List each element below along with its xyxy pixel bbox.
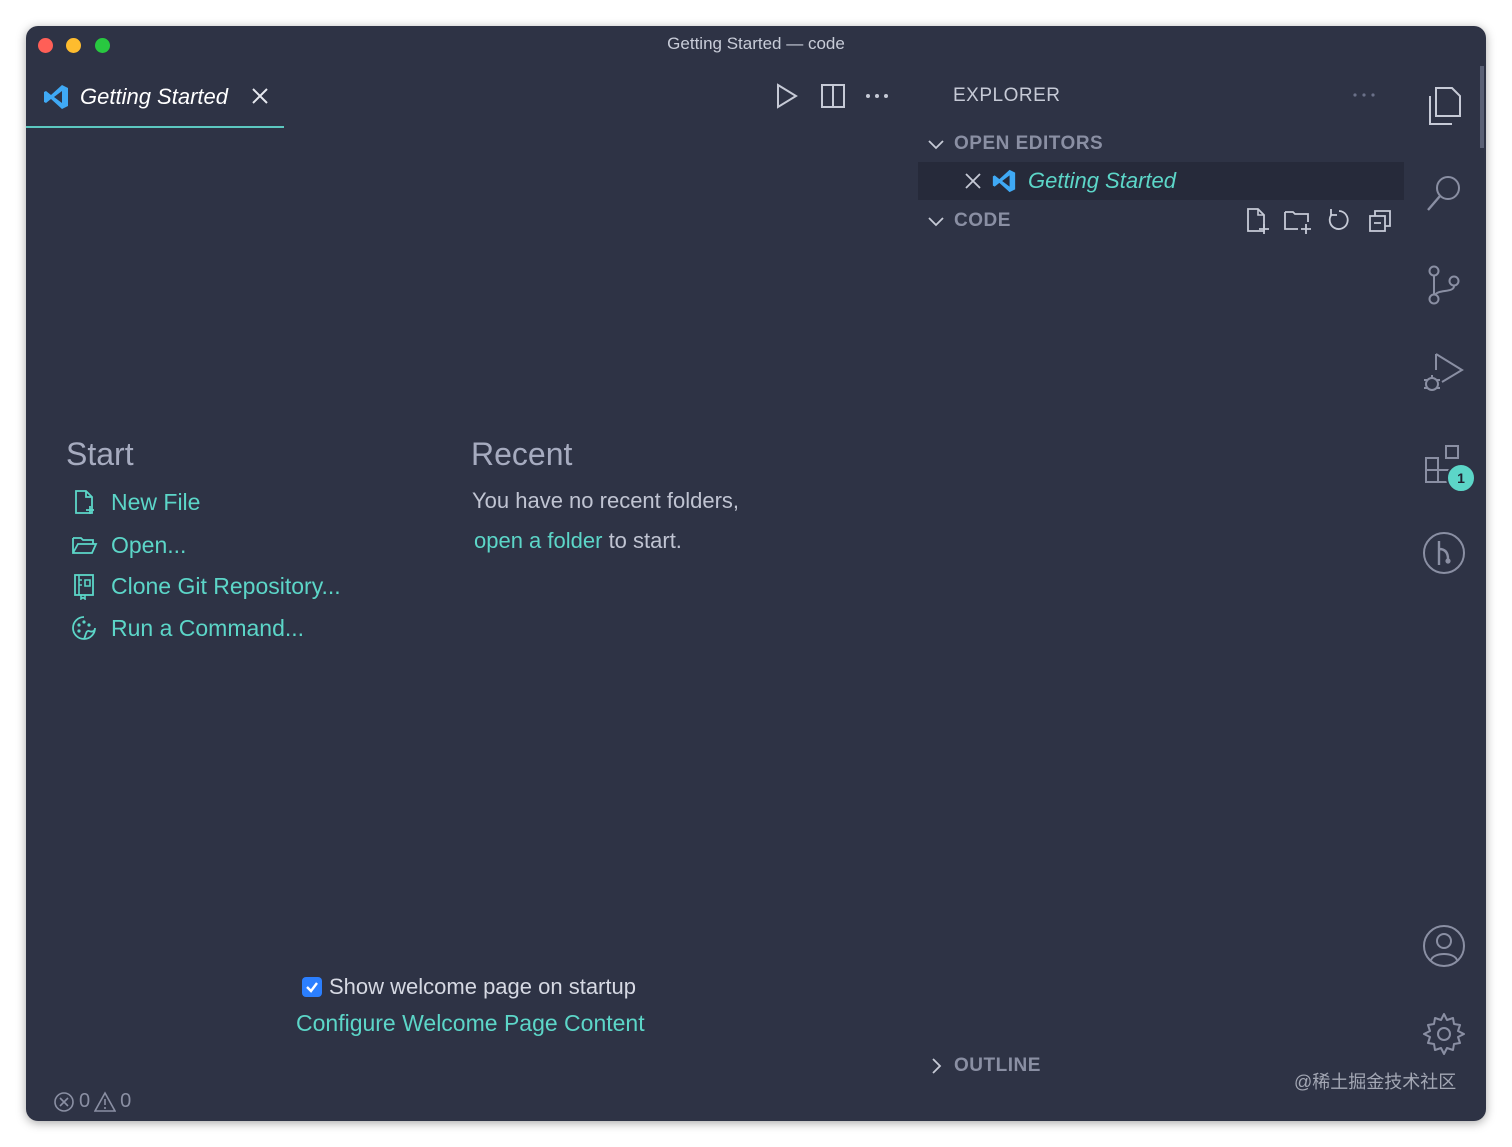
checkmark-icon <box>306 982 318 993</box>
open-folder-link[interactable]: open a folder <box>474 528 602 553</box>
new-file-icon[interactable] <box>1242 206 1272 236</box>
vscode-window: Getting Started — code Getting Started S… <box>26 26 1486 1121</box>
chevron-down-icon <box>928 217 944 227</box>
tab-label: Getting Started <box>80 84 228 109</box>
vscode-logo-icon <box>992 169 1016 193</box>
more-actions-icon[interactable] <box>864 82 890 110</box>
settings-gear-icon[interactable] <box>1420 1010 1468 1058</box>
run-command-link[interactable]: Run a Command... <box>70 612 304 644</box>
warning-icon <box>94 1090 117 1112</box>
git-clone-icon <box>74 574 94 600</box>
run-debug-icon[interactable] <box>1420 348 1468 396</box>
status-problems[interactable]: 0 0 <box>53 1090 135 1113</box>
outline-header[interactable]: OUTLINE <box>926 1053 1041 1079</box>
extensions-badge: 1 <box>1446 463 1476 493</box>
watermark: @稀土掘金技术社区 <box>1294 1072 1457 1092</box>
open-link[interactable]: Open... <box>70 529 186 561</box>
vscode-logo-icon <box>44 85 68 109</box>
error-count: 0 <box>79 1090 91 1112</box>
configure-welcome-link[interactable]: Configure Welcome Page Content <box>296 1010 645 1037</box>
search-icon[interactable] <box>1420 170 1468 218</box>
new-folder-icon[interactable] <box>1282 206 1314 236</box>
warning-count: 0 <box>120 1090 132 1112</box>
explorer-icon[interactable] <box>1420 82 1468 130</box>
collapse-all-icon[interactable] <box>1366 206 1396 236</box>
git-graph-icon[interactable] <box>1420 529 1468 577</box>
recent-open-line: open a folder to start. <box>474 528 682 554</box>
account-icon[interactable] <box>1420 922 1468 970</box>
show-on-startup-option[interactable]: Show welcome page on startup <box>302 974 636 1000</box>
source-control-icon[interactable] <box>1420 261 1468 309</box>
new-file-icon <box>75 490 94 514</box>
start-heading: Start <box>66 436 134 472</box>
no-recent-text: You have no recent folders, <box>472 488 740 513</box>
close-icon[interactable] <box>962 170 984 192</box>
run-icon[interactable] <box>774 82 800 110</box>
show-on-startup-checkbox[interactable] <box>302 977 322 997</box>
tab-getting-started[interactable]: Getting Started <box>26 74 284 128</box>
title-bar: Getting Started — code <box>26 26 1486 64</box>
folder-open-icon <box>72 537 98 554</box>
command-palette-icon <box>72 616 96 640</box>
error-icon <box>54 1091 74 1112</box>
refresh-icon[interactable] <box>1324 206 1354 236</box>
close-icon[interactable] <box>248 84 272 108</box>
scrollbar[interactable] <box>1480 66 1484 148</box>
explorer-title: EXPLORER <box>953 85 1061 106</box>
new-file-link[interactable]: New File <box>70 486 200 518</box>
open-editors-header[interactable]: OPEN EDITORS <box>926 131 1103 157</box>
open-editor-label: Getting Started <box>1028 168 1176 193</box>
chevron-right-icon <box>932 1058 942 1074</box>
split-editor-icon[interactable] <box>820 82 846 110</box>
recent-heading: Recent <box>471 436 573 472</box>
folder-code-header[interactable]: CODE <box>926 208 1011 234</box>
clone-repo-link[interactable]: Clone Git Repository... <box>70 570 341 602</box>
window-title: Getting Started — code <box>667 34 845 53</box>
explorer-more-icon[interactable] <box>1351 82 1377 108</box>
chevron-down-icon <box>928 140 944 150</box>
open-editor-item[interactable]: Getting Started <box>918 162 1404 200</box>
recent-suffix: to start. <box>608 528 682 553</box>
